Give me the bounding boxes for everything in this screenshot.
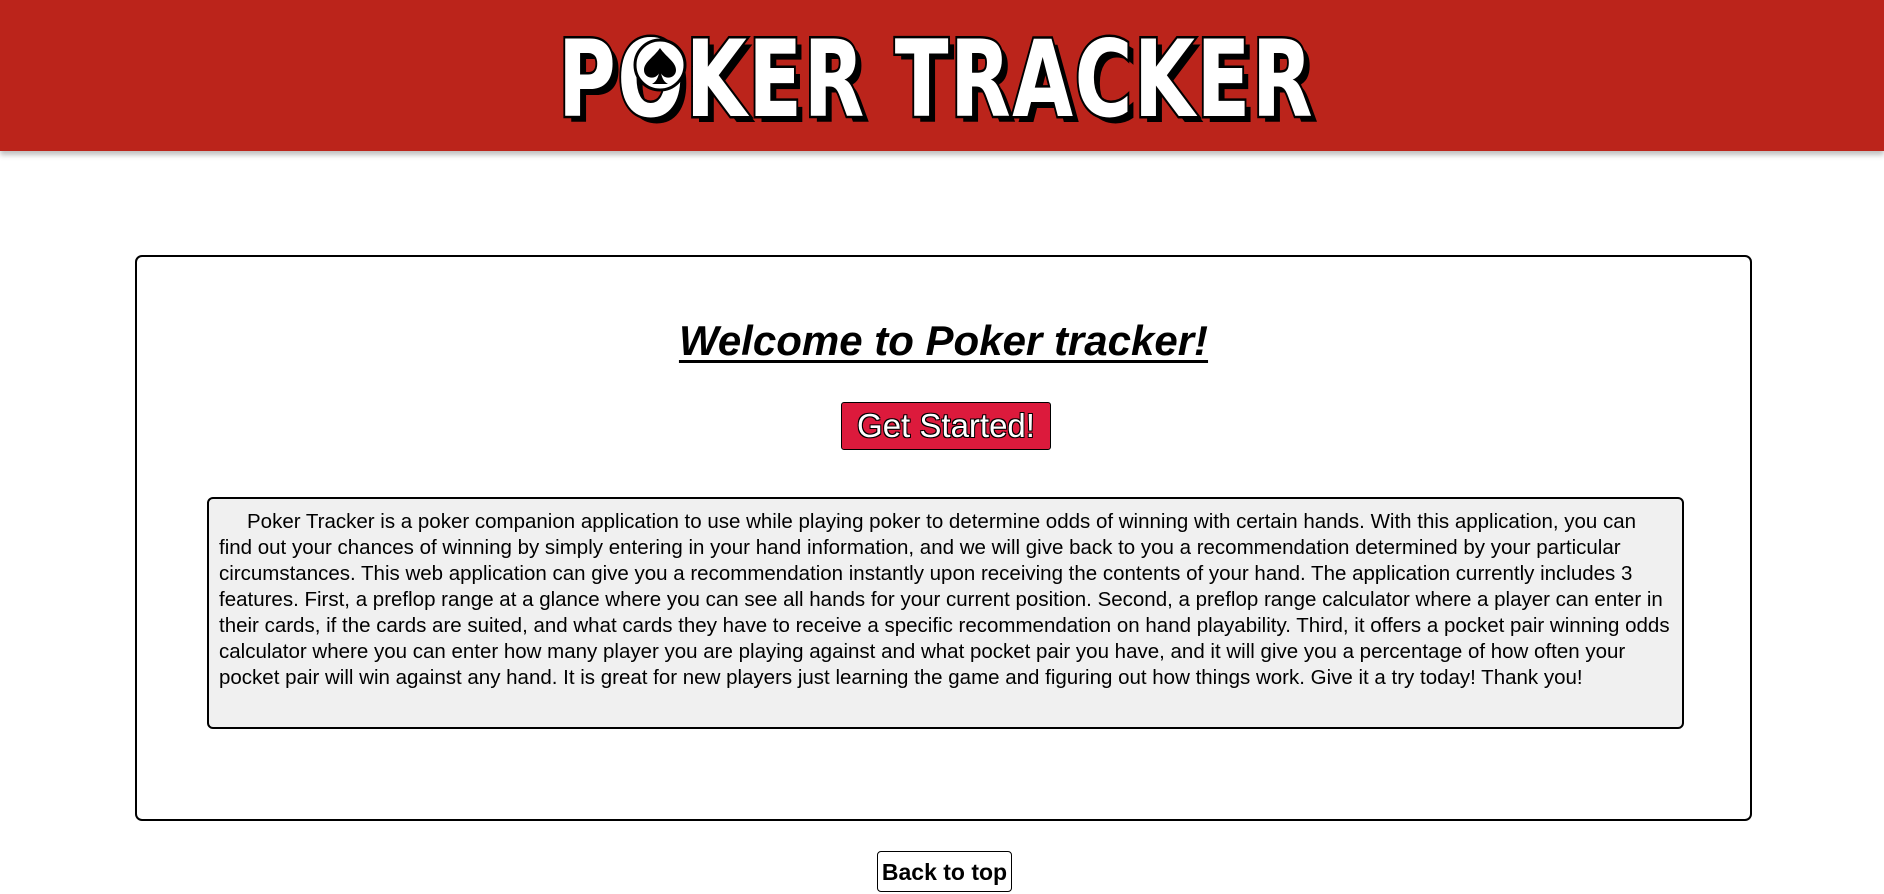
app-description: Poker Tracker is a poker companion appli…	[207, 497, 1684, 729]
spade-icon	[633, 38, 687, 92]
site-header: POKER TRACKER POKER TRACKER	[0, 0, 1884, 151]
get-started-button[interactable]: Get Started!	[841, 402, 1051, 450]
welcome-card: Welcome to Poker tracker! Get Started! P…	[135, 255, 1752, 821]
welcome-title: Welcome to Poker tracker!	[678, 317, 1209, 364]
back-to-top-button[interactable]: Back to top	[877, 851, 1012, 892]
poker-tracker-logo: POKER TRACKER POKER TRACKER	[556, 15, 1326, 148]
logo-wordmark: POKER TRACKER POKER TRACKER	[556, 16, 1319, 148]
